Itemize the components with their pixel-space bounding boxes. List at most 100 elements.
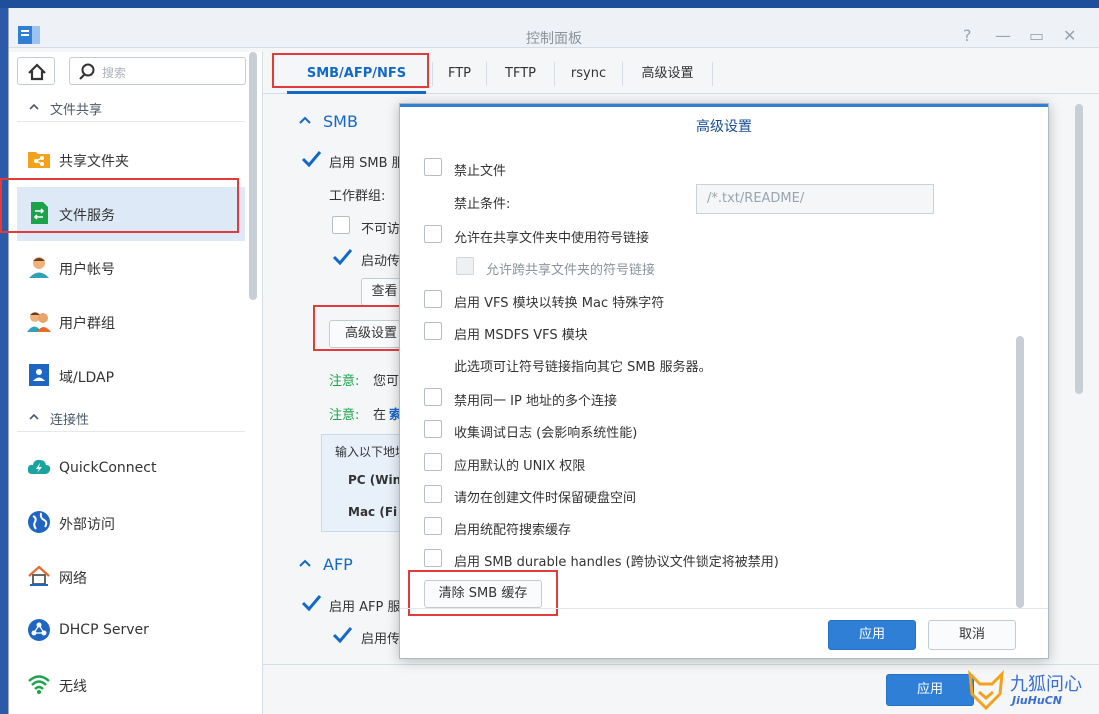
section-label: 连接性: [50, 413, 90, 428]
sidebar-item-user-account[interactable]: 用户帐号: [17, 241, 245, 295]
msdfs-note: 此选项可让符号链接指向其它 SMB 服务器。: [454, 360, 712, 375]
chevron-up-icon[interactable]: [297, 113, 313, 129]
wifi-icon: [28, 675, 50, 694]
watermark-brand-en: JiuHuCN: [1012, 694, 1063, 707]
allow-symlink-checkbox[interactable]: [424, 225, 442, 243]
ban-files-checkbox[interactable]: [424, 158, 442, 176]
watermark-brand-cn: 九狐问心: [1010, 674, 1082, 695]
vfs-mac-checkbox[interactable]: [424, 290, 442, 308]
sidebar-item-domain-ldap[interactable]: 域/LDAP: [17, 349, 245, 403]
home-button[interactable]: [17, 57, 55, 85]
collect-debug-label: 收集调试日志 (会影响系统性能): [454, 426, 638, 441]
sidebar-item-label: 无线: [59, 679, 87, 695]
default-unix-label: 应用默认的 UNIX 权限: [454, 459, 586, 474]
sidebar-item-label: DHCP Server: [59, 622, 149, 638]
sidebar-item-file-services[interactable]: 文件服务: [17, 187, 245, 241]
section-file-sharing[interactable]: 文件共享: [17, 92, 245, 122]
search-icon: [79, 63, 95, 80]
search-box[interactable]: 搜索: [69, 57, 246, 85]
durable-handles-checkbox[interactable]: [424, 549, 442, 567]
tab-tftp[interactable]: TFTP: [487, 62, 555, 86]
wildcard-cache-checkbox[interactable]: [424, 517, 442, 535]
enable-afp-checkbox[interactable]: [301, 594, 322, 612]
network-icon: [28, 565, 50, 586]
allow-cross-symlink-checkbox[interactable]: [456, 257, 474, 275]
dialog-cancel-button[interactable]: 取消: [928, 620, 1016, 650]
enable-smb-checkbox[interactable]: [301, 150, 322, 168]
no-reserve-checkbox[interactable]: [424, 485, 442, 503]
globe-icon: [28, 511, 50, 533]
quickconnect-icon: [27, 459, 51, 474]
watermark: 九狐问心 JiuHuCN: [966, 668, 1094, 712]
shared-folder-icon: [28, 152, 50, 168]
enable-afp-transfer-checkbox[interactable]: [332, 626, 353, 644]
advanced-settings-dialog: 高级设置 禁止文件 禁止条件: /*.txt/README/ 允许在共享文件夹中…: [399, 103, 1049, 659]
tab-rsync[interactable]: rsync: [555, 62, 623, 86]
sidebar-item-dhcp-server[interactable]: DHCP Server: [17, 604, 245, 658]
dialog-apply-button[interactable]: 应用: [828, 620, 916, 650]
note-label: 注意:: [329, 374, 360, 389]
sidebar-item-label: 外部访问: [59, 517, 115, 533]
sidebar-item-label: QuickConnect: [59, 460, 157, 476]
default-unix-checkbox[interactable]: [424, 453, 442, 471]
sidebar-item-label: 共享文件夹: [59, 154, 129, 170]
hide-inaccessible-checkbox[interactable]: [332, 216, 350, 234]
section-connectivity[interactable]: 连接性: [17, 402, 245, 432]
main-scrollbar[interactable]: [1075, 104, 1083, 394]
allow-symlink-label: 允许在共享文件夹中使用符号链接: [454, 231, 650, 246]
clear-smb-cache-button[interactable]: 清除 SMB 缓存: [424, 580, 542, 608]
address-info-box: 输入以下地址 PC (Win Mac (Fi: [321, 434, 411, 532]
sidebar-scrollbar[interactable]: [249, 52, 257, 300]
checkmark-icon: [301, 595, 322, 612]
control-panel-window: 控制面板 ? — ▭ ✕ 搜索 文件共享 共享文件夹 文件服务 用户帐号 用户群…: [8, 8, 1099, 714]
tab-ftp[interactable]: FTP: [433, 62, 487, 86]
sidebar-item-label: 网络: [59, 571, 87, 587]
dhcp-icon: [28, 619, 50, 641]
domain-ldap-icon: [29, 364, 49, 386]
minimize-button[interactable]: —: [995, 26, 1011, 45]
note-label: 注意:: [329, 408, 360, 423]
allow-cross-symlink-label: 允许跨共享文件夹的符号链接: [486, 263, 656, 278]
sidebar-item-network[interactable]: 网络: [17, 550, 245, 604]
sidebar-item-quickconnect[interactable]: QuickConnect: [17, 442, 245, 496]
ban-files-label: 禁止文件: [454, 164, 507, 179]
section-label: 文件共享: [50, 103, 103, 118]
sidebar-item-label: 用户帐号: [59, 262, 115, 278]
sidebar-item-external-access[interactable]: 外部访问: [17, 496, 245, 550]
help-button[interactable]: ?: [963, 26, 972, 45]
sidebar-item-label: 文件服务: [59, 208, 115, 224]
collect-debug-checkbox[interactable]: [424, 420, 442, 438]
tab-advanced[interactable]: 高级设置: [623, 62, 713, 86]
maximize-button[interactable]: ▭: [1029, 26, 1044, 45]
footer-divider: [263, 664, 1099, 665]
home-icon: [28, 63, 46, 81]
sidebar-item-shared-folder[interactable]: 共享文件夹: [17, 133, 245, 187]
ban-condition-input[interactable]: /*.txt/README/: [696, 184, 934, 214]
user-icon: [29, 257, 49, 278]
group-icon: [27, 312, 51, 332]
sidebar: 搜索 文件共享 共享文件夹 文件服务 用户帐号 用户群组 域/LDAP 连接性 …: [9, 52, 263, 714]
info-line: Mac (Fi: [348, 505, 398, 519]
sidebar-item-user-group[interactable]: 用户群组: [17, 295, 245, 349]
window-title: 控制面板: [526, 31, 582, 47]
dialog-footer-divider: [400, 608, 1048, 609]
fox-logo-icon: [968, 670, 1004, 710]
dialog-scrollbar[interactable]: [1016, 336, 1024, 608]
tab-smb-afp-nfs[interactable]: SMB/AFP/NFS: [281, 62, 433, 94]
msdfs-checkbox[interactable]: [424, 322, 442, 340]
enable-smb-label: 启用 SMB 服: [329, 156, 405, 171]
file-services-icon: [31, 202, 48, 224]
enable-transfer-log-checkbox[interactable]: [332, 248, 353, 266]
disable-multi-ip-checkbox[interactable]: [424, 388, 442, 406]
main-apply-button[interactable]: 应用: [886, 674, 974, 706]
chevron-up-icon: [29, 103, 39, 110]
chevron-up-icon[interactable]: [297, 556, 313, 572]
disable-multi-ip-label: 禁用同一 IP 地址的多个连接: [454, 394, 617, 409]
search-input[interactable]: 搜索: [102, 64, 126, 81]
close-button[interactable]: ✕: [1063, 26, 1076, 45]
msdfs-label: 启用 MSDFS VFS 模块: [454, 328, 588, 343]
sidebar-item-wireless[interactable]: 无线: [17, 658, 245, 712]
checkmark-icon: [332, 627, 353, 644]
afp-section-title: AFP: [323, 555, 353, 574]
checkmark-icon: [301, 151, 322, 168]
